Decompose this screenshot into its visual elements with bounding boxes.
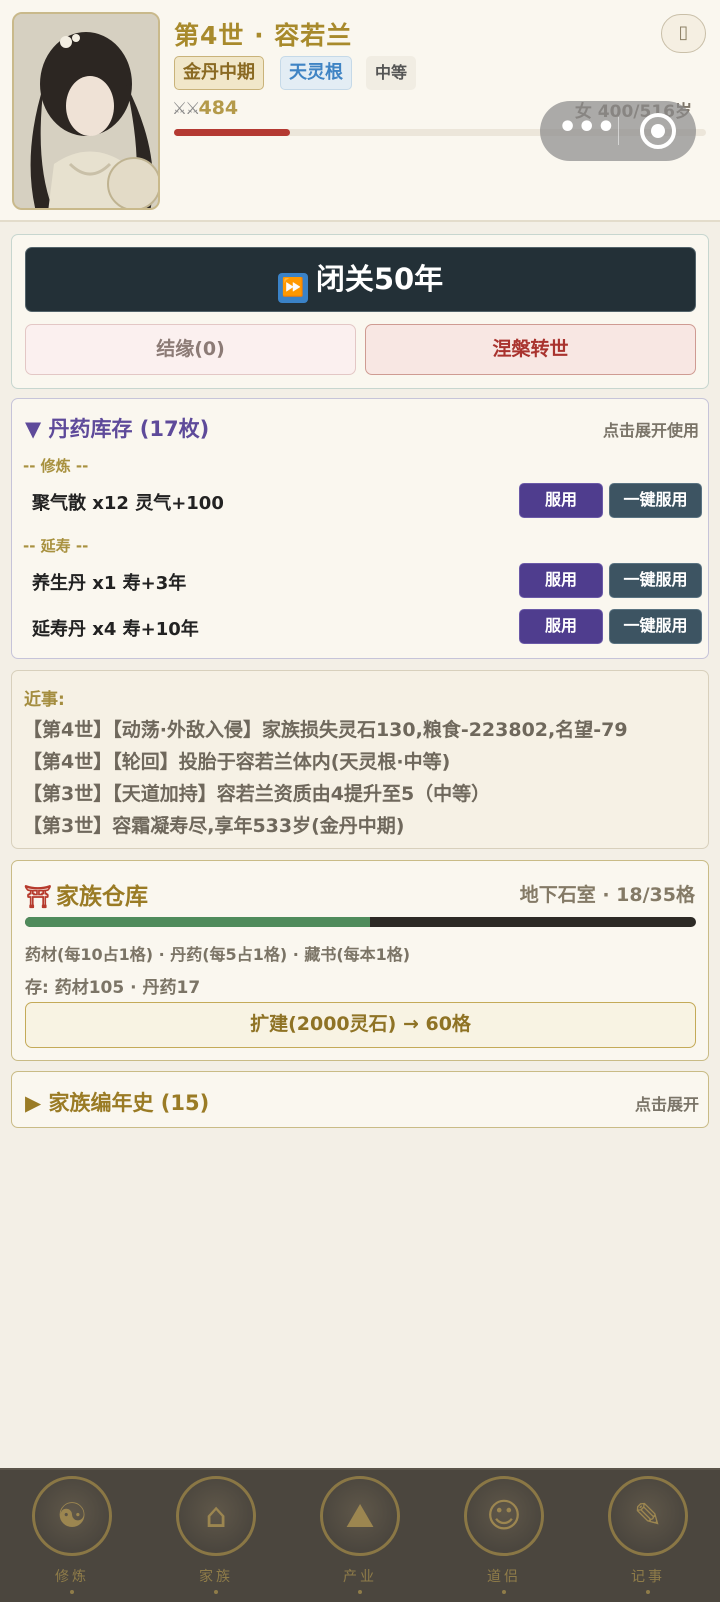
nav-item-records[interactable]: ✎ 记事	[576, 1470, 720, 1602]
nav-dot	[70, 1590, 74, 1594]
nav-dot	[646, 1590, 650, 1594]
nav-label: 修炼	[55, 1569, 89, 1585]
nav-label: 道侣	[487, 1569, 521, 1585]
nav-label: 产业	[343, 1569, 377, 1585]
partner-icon: ☺	[464, 1476, 544, 1556]
bond-button[interactable]: 结缘(0)	[25, 324, 356, 375]
nav-dot	[214, 1590, 218, 1594]
grade-badge: 中等	[366, 56, 417, 90]
actions-card: ⏩ 闭关50年 结缘(0) 涅槃转世	[11, 234, 709, 389]
industry-icon: ⛰	[320, 1476, 400, 1556]
character-portrait[interactable]	[12, 12, 160, 210]
nav-label: 记事	[631, 1569, 665, 1585]
use-pill-button[interactable]: 服用	[519, 483, 603, 518]
event-line: 【第4世】【轮回】投胎于容若兰体内(天灵根·中等)	[23, 751, 451, 773]
chronicle-title[interactable]: ▶ 家族编年史 (15)	[25, 1087, 209, 1117]
cultivation-icon: ☯	[32, 1476, 112, 1556]
warehouse-rule: 药材(每10占1格) · 丹药(每5占1格) · 藏书(每本1格)	[25, 945, 411, 964]
recent-events-title: 近事:	[24, 690, 65, 710]
expand-warehouse-button[interactable]: 扩建(2000灵石) → 60格	[25, 1002, 696, 1048]
generation-title: 第4世 · 容若兰	[174, 21, 353, 50]
seclusion-label: 闭关50年	[315, 262, 444, 296]
lifespan-bar-fill	[174, 129, 290, 136]
crane-icon: ⛩	[24, 885, 52, 910]
nav-glyph: ☯	[56, 1496, 88, 1536]
pill-row: 养生丹 x1 寿+3年 服用 一键服用	[32, 563, 702, 599]
pill-inventory-title[interactable]: ▼ 丹药库存 (17枚)	[25, 413, 209, 443]
use-all-pill-button[interactable]: 一键服用	[609, 609, 702, 644]
character-header: 第4世 · 容若兰 金丹中期 天灵根 中等 ⚔⚔484 女 400/516岁 ▯…	[0, 0, 720, 222]
nav-item-partner[interactable]: ☺ 道侣	[432, 1470, 576, 1602]
family-icon: ⌂	[176, 1476, 256, 1556]
pill-name: 养生丹 x1 寿+3年	[32, 573, 187, 594]
spirit-root-badge: 天灵根	[280, 56, 352, 90]
nav-dot	[358, 1590, 362, 1594]
nav-item-cultivation[interactable]: ☯ 修炼	[0, 1470, 144, 1602]
pill-inventory-hint[interactable]: 点击展开使用	[603, 417, 699, 441]
warehouse-capacity-bar	[25, 917, 696, 927]
pill-row: 延寿丹 x4 寿+10年 服用 一键服用	[32, 609, 702, 645]
use-all-pill-button[interactable]: 一键服用	[609, 563, 702, 598]
more-menu-button[interactable]: ▯	[661, 14, 706, 53]
family-chronicle-card[interactable]: ▶ 家族编年史 (15) 点击展开	[11, 1071, 709, 1128]
nav-glyph: ⌂	[205, 1496, 227, 1536]
rebirth-button[interactable]: 涅槃转世	[365, 324, 696, 375]
bottom-navigation: ☯ 修炼 ⌂ 家族 ⛰ 产业 ☺ 道侣 ✎ 记事	[0, 1468, 720, 1602]
portrait-illustration	[14, 14, 158, 208]
family-warehouse-card: ⛩ 家族仓库 地下石室 · 18/35格 药材(每10占1格) · 丹药(每5占1…	[11, 860, 709, 1061]
category-longevity: -- 延寿 --	[23, 537, 89, 555]
nav-item-family[interactable]: ⌂ 家族	[144, 1470, 288, 1602]
nav-label: 家族	[199, 1569, 233, 1585]
chronicle-hint[interactable]: 点击展开	[635, 1091, 699, 1115]
capsule-divider	[618, 117, 619, 145]
use-pill-button[interactable]: 服用	[519, 609, 603, 644]
records-icon: ✎	[608, 1476, 688, 1556]
combat-power: ⚔⚔484	[172, 97, 238, 119]
close-target-icon[interactable]	[640, 113, 676, 149]
nav-glyph: ⛰	[345, 1496, 375, 1536]
combat-power-value: 484	[198, 97, 239, 119]
nav-dot	[502, 1590, 506, 1594]
recent-events-card: 近事: 【第4世】【动荡·外敌入侵】家族损失灵石130,粮食-223802,名望…	[11, 670, 709, 849]
menu-icon: ▯	[678, 22, 689, 43]
use-pill-button[interactable]: 服用	[519, 563, 603, 598]
warehouse-title-text: 家族仓库	[55, 884, 148, 910]
warehouse-capacity: 地下石室 · 18/35格	[519, 884, 695, 906]
fast-forward-icon: ⏩	[277, 273, 308, 303]
event-line: 【第4世】【动荡·外敌入侵】家族损失灵石130,粮食-223802,名望-79	[23, 719, 628, 741]
warehouse-stored: 存: 药材105 · 丹药17	[25, 978, 201, 998]
pill-name: 延寿丹 x4 寿+10年	[32, 619, 199, 640]
nav-glyph: ✎	[633, 1496, 663, 1536]
category-cultivation: -- 修炼 --	[23, 457, 89, 475]
crossed-swords-icon: ⚔⚔	[172, 99, 201, 119]
event-line: 【第3世】【天道加持】容若兰资质由4提升至5（中等）	[23, 783, 491, 805]
pill-name: 聚气散 x12 灵气+100	[32, 493, 224, 514]
event-line: 【第3世】容霜凝寿尽,享年533岁(金丹中期)	[23, 815, 405, 837]
nav-item-industry[interactable]: ⛰ 产业	[288, 1470, 432, 1602]
warehouse-capacity-fill	[25, 917, 370, 927]
realm-badge: 金丹中期	[174, 56, 264, 90]
pill-row: 聚气散 x12 灵气+100 服用 一键服用	[32, 483, 702, 519]
more-dots-icon[interactable]: •••	[558, 113, 616, 143]
use-all-pill-button[interactable]: 一键服用	[609, 483, 702, 518]
seclusion-button[interactable]: ⏩ 闭关50年	[25, 247, 696, 312]
warehouse-title: ⛩ 家族仓库	[24, 877, 148, 911]
pill-inventory-card: ▼ 丹药库存 (17枚) 点击展开使用 -- 修炼 -- 聚气散 x12 灵气+…	[11, 398, 709, 659]
miniprogram-capsule: •••	[540, 101, 696, 161]
nav-glyph: ☺	[486, 1496, 522, 1536]
